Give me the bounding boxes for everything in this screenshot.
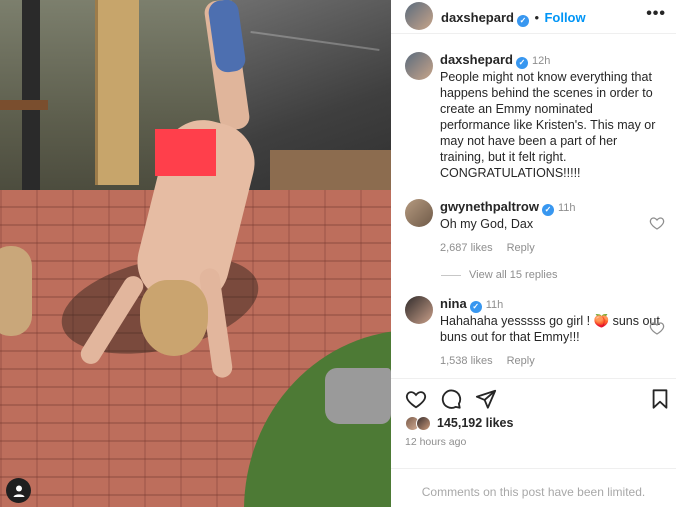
comment-likes[interactable]: 1,538 likes <box>440 355 493 367</box>
caption-time: 12h <box>531 55 551 67</box>
follow-button[interactable]: Follow <box>544 10 585 25</box>
caption-text: People might not know everything that ha… <box>440 70 656 180</box>
comment-time: 11h <box>485 299 504 311</box>
photo-door <box>95 0 139 185</box>
action-bar <box>391 378 676 412</box>
photo-dog <box>0 246 32 336</box>
comment-heart-icon[interactable] <box>649 320 665 336</box>
post-timestamp: 12 hours ago <box>405 436 467 448</box>
comment-icon[interactable] <box>440 388 462 410</box>
caption: daxshepard ✓ 12h People might not know eve… <box>405 52 665 181</box>
post-side-panel: daxshepard ✓ • Follow ••• daxshepard ✓ 12h … <box>391 0 676 507</box>
caption-body: daxshepard ✓ 12h People might not know eve… <box>440 52 665 181</box>
post-header: daxshepard ✓ • Follow ••• <box>391 0 676 34</box>
view-replies-link[interactable]: View all 15 replies <box>441 269 557 281</box>
user-tag-glyph <box>13 485 24 497</box>
comment-heart-icon[interactable] <box>649 215 665 231</box>
comment-body: nina ✓ 11h Hahahaha yesssss go girl ! 🍑 su… <box>440 296 665 369</box>
more-options-icon[interactable]: ••• <box>646 5 666 23</box>
verified-badge-icon: ✓ <box>516 15 529 27</box>
comment-username[interactable]: gwynethpaltrow <box>440 199 539 214</box>
caption-username[interactable]: daxshepard <box>440 52 513 67</box>
photo-shelf <box>0 100 48 110</box>
liker-avatar <box>416 415 431 431</box>
photo-person-hair <box>140 280 208 356</box>
comment-body: gwynethpaltrow ✓ 11h Oh my God, Dax 2,687 … <box>440 199 665 256</box>
comment-likes[interactable]: 2,687 likes <box>440 242 493 254</box>
header-separator: • <box>534 10 539 25</box>
photo-towel <box>325 368 391 424</box>
comment-time: 11h <box>557 202 576 214</box>
header-name-row: daxshepard ✓ • Follow <box>441 9 586 27</box>
comment-meta-row: 2,687 likes Reply <box>440 240 665 256</box>
caption-avatar[interactable] <box>405 52 433 80</box>
owner-avatar[interactable] <box>405 2 433 30</box>
share-icon[interactable] <box>475 388 497 410</box>
verified-badge-icon: ✓ <box>541 204 554 216</box>
reply-button[interactable]: Reply <box>507 355 535 367</box>
heart-icon[interactable] <box>405 388 427 410</box>
censor-box <box>155 129 216 176</box>
likes-count[interactable]: 145,192 likes <box>437 416 513 430</box>
verified-badge-icon: ✓ <box>515 57 528 69</box>
comment-text: Oh my God, Dax <box>440 217 534 231</box>
comments-list: daxshepard ✓ 12h People might not know eve… <box>391 40 676 370</box>
comment-item: gwynethpaltrow ✓ 11h Oh my God, Dax 2,687 … <box>405 199 665 256</box>
comment-text: Hahahaha yesssss go girl ! 🍑 suns out bu… <box>440 314 660 344</box>
owner-username[interactable]: daxshepard <box>441 10 514 25</box>
view-replies-label[interactable]: View all 15 replies <box>469 269 557 281</box>
verified-badge-icon: ✓ <box>469 301 482 313</box>
comment-avatar[interactable] <box>405 199 433 227</box>
post-photo[interactable] <box>0 0 391 507</box>
likes-row[interactable]: 145,192 likes <box>405 414 513 432</box>
reply-button[interactable]: Reply <box>507 242 535 254</box>
comment-item: nina ✓ 11h Hahahaha yesssss go girl ! 🍑 su… <box>405 296 665 369</box>
user-tag-icon[interactable] <box>6 478 31 503</box>
replies-divider <box>441 274 461 276</box>
comment-meta-row: 1,538 likes Reply <box>440 353 665 369</box>
comment-username[interactable]: nina <box>440 296 467 311</box>
bookmark-icon[interactable] <box>649 388 671 410</box>
comments-limited-notice: Comments on this post have been limited. <box>391 468 676 507</box>
comment-avatar[interactable] <box>405 296 433 324</box>
